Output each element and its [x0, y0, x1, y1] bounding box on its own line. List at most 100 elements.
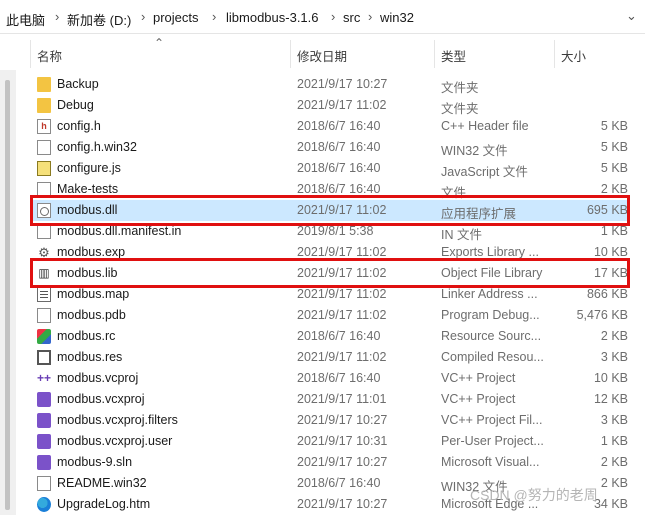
- column-divider[interactable]: [554, 40, 555, 68]
- file-type: Per-User Project...: [441, 434, 544, 448]
- file-row[interactable]: config.h.win32 2018/6/7 16:40 WIN32 文件 5 KB: [30, 137, 630, 158]
- file-type: WIN32 文件: [441, 144, 508, 158]
- file-row[interactable]: Make-tests 2018/6/7 16:40 文件 2 KB: [30, 179, 630, 200]
- library-icon: ▥: [38, 266, 50, 280]
- file-date-modified: 2021/9/17 11:02: [297, 350, 387, 364]
- file-row[interactable]: modbus.rc 2018/6/7 16:40 Resource Sourc...…: [30, 326, 630, 347]
- breadcrumb-this-pc[interactable]: 此电脑: [6, 10, 45, 29]
- file-name: modbus.pdb: [57, 308, 126, 322]
- file-row[interactable]: ++ modbus.vcproj 2018/6/7 16:40 VC++ Projec…: [30, 368, 630, 389]
- column-header-type[interactable]: 类型: [441, 46, 466, 65]
- map-file-icon: [37, 287, 51, 302]
- file-name: modbus.rc: [57, 329, 116, 343]
- resource-script-icon: [37, 329, 51, 344]
- file-icon: [37, 182, 51, 197]
- breadcrumb-projects[interactable]: projects: [153, 10, 199, 25]
- file-type: JavaScript 文件: [441, 165, 528, 179]
- file-size: 10 KB: [593, 245, 628, 259]
- file-size: 1 KB: [600, 434, 628, 448]
- file-type: VC++ Project: [441, 371, 516, 385]
- file-name: README.win32: [57, 476, 147, 490]
- file-date-modified: 2021/9/17 10:27: [297, 77, 388, 91]
- address-dropdown-chevron-icon[interactable]: ⌄: [626, 8, 637, 24]
- file-row[interactable]: Debug 2021/9/17 11:02 文件夹: [30, 95, 630, 116]
- file-date-modified: 2018/6/7 16:40: [297, 119, 381, 133]
- file-size: 2 KB: [600, 182, 628, 196]
- file-date-modified: 2021/9/17 11:02: [297, 98, 387, 112]
- column-header-date-modified[interactable]: 修改日期: [297, 46, 347, 65]
- file-date-modified: 2019/8/1 5:38: [297, 224, 374, 238]
- file-type: Exports Library ...: [441, 245, 539, 259]
- column-header-size[interactable]: 大小: [561, 46, 586, 65]
- file-date-modified: 2021/9/17 10:27: [297, 413, 388, 427]
- file-row[interactable]: modbus.pdb 2021/9/17 11:02 Program Debug..…: [30, 305, 630, 326]
- breadcrumb-libmodbus[interactable]: libmodbus-3.1.6: [226, 10, 319, 25]
- file-row[interactable]: modbus-9.sln 2021/9/17 10:27 Microsoft Vis…: [30, 452, 630, 473]
- dll-icon: [37, 203, 51, 218]
- file-size: 3 KB: [600, 413, 628, 427]
- file-size: 12 KB: [593, 392, 628, 406]
- file-type: 文件夹: [441, 102, 479, 116]
- file-size: 866 KB: [586, 287, 628, 301]
- scrollbar-thumb[interactable]: [5, 80, 10, 510]
- file-row[interactable]: modbus.dll.manifest.in 2019/8/1 5:38 IN 文件…: [30, 221, 630, 242]
- file-row[interactable]: modbus.vcxproj 2021/9/17 11:01 VC++ Projec…: [30, 389, 630, 410]
- file-type: Object File Library: [441, 266, 543, 280]
- file-size: 5 KB: [600, 119, 628, 133]
- breadcrumb-separator[interactable]: ›: [368, 9, 372, 24]
- file-row[interactable]: ▥ modbus.lib 2021/9/17 11:02 Object File Li…: [30, 263, 630, 284]
- file-date-modified: 2021/9/17 10:27: [297, 497, 388, 511]
- breadcrumb-drive-d[interactable]: 新加卷 (D:): [67, 10, 131, 29]
- file-row[interactable]: configure.js 2018/6/7 16:40 JavaScript 文件 5…: [30, 158, 630, 179]
- file-date-modified: 2021/9/17 11:01: [297, 392, 387, 406]
- file-size: 5 KB: [600, 140, 628, 154]
- file-row[interactable]: ⚙ modbus.exp 2021/9/17 11:02 Exports Librar…: [30, 242, 630, 263]
- file-type: 应用程序扩展: [441, 207, 517, 221]
- file-date-modified: 2021/9/17 11:02: [297, 245, 387, 259]
- breadcrumb-separator[interactable]: ›: [55, 9, 59, 24]
- column-header-name[interactable]: 名称: [37, 46, 62, 65]
- file-size: 2 KB: [600, 455, 628, 469]
- breadcrumb-separator[interactable]: ›: [331, 9, 335, 24]
- file-date-modified: 2021/9/17 11:02: [297, 266, 387, 280]
- sort-caret-icon: ⌃: [154, 36, 165, 50]
- file-row[interactable]: h config.h 2018/6/7 16:40 C++ Header file 5 …: [30, 116, 630, 137]
- file-name: modbus-9.sln: [57, 455, 133, 469]
- file-name: Make-tests: [57, 182, 119, 196]
- file-row[interactable]: modbus.map 2021/9/17 11:02 Linker Address …: [30, 284, 630, 305]
- vertical-scrollbar[interactable]: [0, 70, 16, 515]
- vcxproj-filters-icon: [37, 413, 51, 428]
- column-header-row: ⌃ 名称 修改日期 类型 大小: [0, 36, 645, 68]
- file-size: 3 KB: [600, 350, 628, 364]
- column-divider[interactable]: [30, 40, 31, 68]
- file-name: modbus.dll.manifest.in: [57, 224, 182, 238]
- javascript-file-icon: [37, 161, 51, 176]
- file-row[interactable]: modbus.vcxproj.filters 2021/9/17 10:27 VC+…: [30, 410, 630, 431]
- file-name: modbus.vcxproj: [57, 392, 145, 406]
- file-icon: [37, 140, 51, 155]
- file-row[interactable]: modbus.vcxproj.user 2021/9/17 10:31 Per-Us…: [30, 431, 630, 452]
- folder-icon: [37, 98, 51, 113]
- file-date-modified: 2018/6/7 16:40: [297, 161, 381, 175]
- breadcrumb-win32[interactable]: win32: [380, 10, 414, 25]
- file-row[interactable]: modbus.res 2021/9/17 11:02 Compiled Resou.…: [30, 347, 630, 368]
- file-name: config.h: [57, 119, 101, 133]
- file-name: modbus.lib: [57, 266, 118, 280]
- vcxproj-icon: [37, 392, 51, 407]
- file-date-modified: 2021/9/17 11:02: [297, 203, 387, 217]
- file-row[interactable]: Backup 2021/9/17 10:27 文件夹: [30, 74, 630, 95]
- file-name: Debug: [57, 98, 94, 112]
- file-type: 文件: [441, 186, 467, 200]
- breadcrumb-src[interactable]: src: [343, 10, 360, 25]
- column-divider[interactable]: [290, 40, 291, 68]
- breadcrumb-separator[interactable]: ›: [212, 9, 216, 24]
- column-divider[interactable]: [434, 40, 435, 68]
- file-type: Program Debug...: [441, 308, 540, 322]
- file-row[interactable]: modbus.dll 2021/9/17 11:02 应用程序扩展 695 KB: [30, 200, 630, 221]
- file-type: C++ Header file: [441, 119, 529, 133]
- file-size: 1 KB: [600, 224, 628, 238]
- edge-browser-icon: [37, 497, 51, 512]
- breadcrumb-separator[interactable]: ›: [141, 9, 145, 24]
- file-date-modified: 2018/6/7 16:40: [297, 329, 381, 343]
- address-bar[interactable]: 此电脑 › 新加卷 (D:) › projects › libmodbus-3.…: [0, 0, 645, 34]
